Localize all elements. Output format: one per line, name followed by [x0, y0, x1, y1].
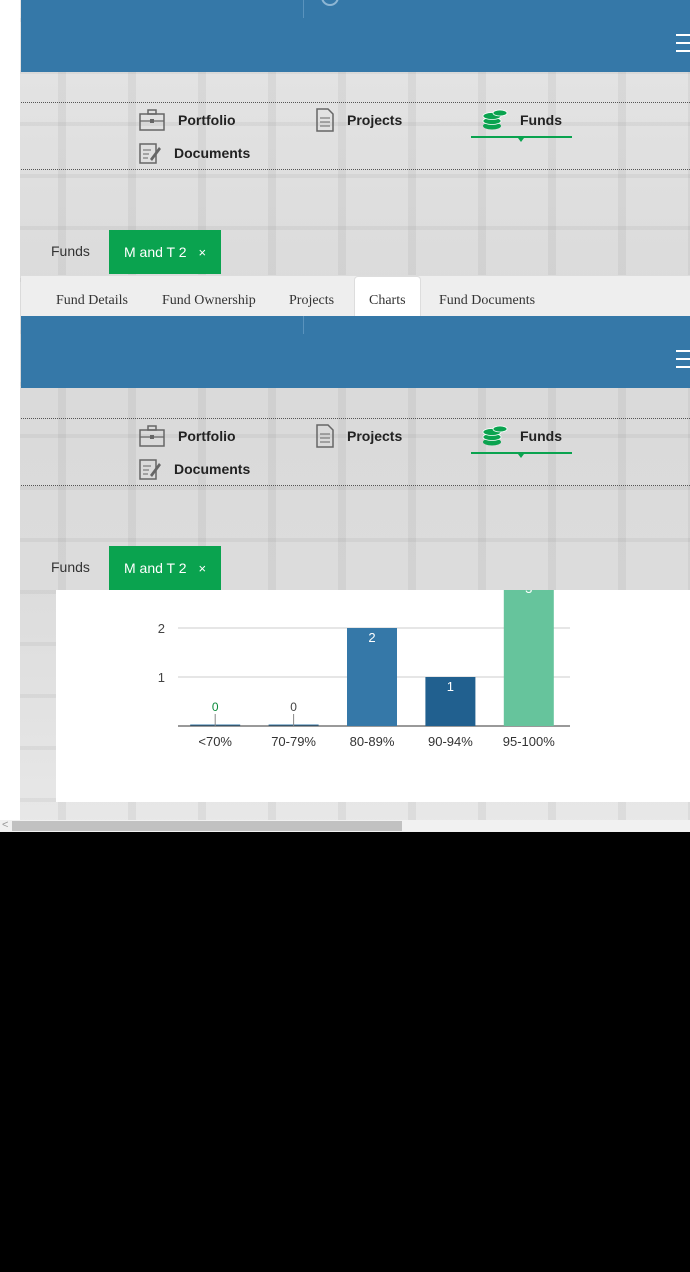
- tab-fund-documents[interactable]: Fund Documents: [439, 276, 535, 316]
- funds-active-caret: [518, 138, 524, 142]
- tab-fund-ownership[interactable]: Fund Ownership: [162, 276, 256, 316]
- horizontal-scrollbar[interactable]: <: [0, 819, 690, 832]
- repeated-header-bar: [21, 316, 690, 388]
- coins-icon: [482, 108, 508, 132]
- fund-tag-label: M and T 2: [124, 560, 187, 576]
- fund-tag[interactable]: M and T 2 ×: [109, 546, 222, 590]
- nav-projects[interactable]: Projects: [315, 106, 402, 134]
- x-tick-label: 95-100%: [503, 734, 555, 749]
- nav-documents-label: Documents: [174, 461, 251, 477]
- funds-active-caret: [518, 454, 524, 458]
- x-tick-label: <70%: [198, 734, 232, 749]
- nav-portfolio-label: Portfolio: [178, 112, 236, 128]
- bar-data-label: 0: [212, 700, 219, 714]
- nav-projects-label: Projects: [347, 428, 403, 444]
- nav-documents[interactable]: Documents: [138, 456, 250, 482]
- nav-funds-label: Funds: [520, 112, 562, 128]
- occupancy-bar-chart: 1 2 0 <70% 0 70-79% 2 80-89% 1 90-94% 3 95-100%: [158, 579, 570, 749]
- x-tick-label: 70-79%: [271, 734, 316, 749]
- chart-panel: 1 2 0 <70% 0 70-79% 2 80-89% 1 90-94% 3 95-100%: [56, 579, 690, 802]
- nav-portfolio[interactable]: Portfolio: [138, 422, 236, 450]
- tab-projects[interactable]: Projects: [289, 276, 334, 316]
- bar-data-label: 0: [290, 700, 297, 714]
- y-tick-label: 2: [158, 621, 165, 636]
- nav-divider-top: [21, 102, 690, 103]
- bar-data-label: 1: [447, 679, 454, 694]
- hamburger-menu-icon[interactable]: [676, 350, 690, 374]
- x-tick-label: 90-94%: [428, 734, 473, 749]
- fund-tag-label: M and T 2: [124, 244, 187, 260]
- y-tick-label: 1: [158, 670, 165, 685]
- fund-subtabs: Fund Details Fund Ownership Projects Cha…: [21, 275, 690, 317]
- tab-charts[interactable]: Charts: [354, 276, 421, 317]
- tab-fund-details[interactable]: Fund Details: [56, 276, 128, 316]
- briefcase-icon: [138, 108, 166, 132]
- close-tag-icon[interactable]: ×: [199, 245, 207, 260]
- nav-documents[interactable]: Documents: [138, 140, 250, 166]
- header-divider: [303, 0, 304, 18]
- close-tag-icon[interactable]: ×: [199, 561, 207, 576]
- breadcrumb-funds[interactable]: Funds: [51, 243, 90, 259]
- nav-funds[interactable]: Funds: [482, 422, 562, 450]
- breadcrumb-funds[interactable]: Funds: [51, 559, 90, 575]
- x-tick-label: 80-89%: [350, 734, 395, 749]
- scroll-left-arrow-icon[interactable]: <: [2, 819, 8, 831]
- nav-divider-bottom: [21, 485, 690, 486]
- document-icon: [315, 108, 335, 132]
- briefcase-icon: [138, 424, 166, 448]
- nav-projects[interactable]: Projects: [315, 422, 402, 450]
- page-viewport: Portfolio Projects Funds Documents Funds…: [0, 0, 690, 832]
- nav-divider-bottom: [21, 169, 690, 170]
- edit-document-icon: [138, 141, 162, 165]
- nav-documents-label: Documents: [174, 145, 251, 161]
- bar-data-label: 2: [368, 630, 375, 645]
- bar-data-label: 3: [525, 590, 532, 596]
- fund-tag[interactable]: M and T 2 ×: [109, 230, 222, 274]
- nav-projects-label: Projects: [347, 112, 403, 128]
- nav-divider-top: [21, 418, 690, 419]
- coins-icon: [482, 424, 508, 448]
- edit-document-icon: [138, 457, 162, 481]
- hamburger-menu-icon[interactable]: [676, 34, 690, 58]
- bar: [503, 579, 554, 726]
- nav-funds-label: Funds: [520, 428, 562, 444]
- nav-portfolio[interactable]: Portfolio: [138, 106, 236, 134]
- nav-portfolio-label: Portfolio: [178, 428, 236, 444]
- left-margin: [0, 0, 20, 832]
- document-icon: [315, 424, 335, 448]
- top-header-bar: [21, 0, 690, 72]
- header-divider: [303, 316, 304, 334]
- scrollbar-thumb[interactable]: [12, 821, 402, 831]
- nav-funds[interactable]: Funds: [482, 106, 562, 134]
- user-icon[interactable]: [321, 0, 339, 6]
